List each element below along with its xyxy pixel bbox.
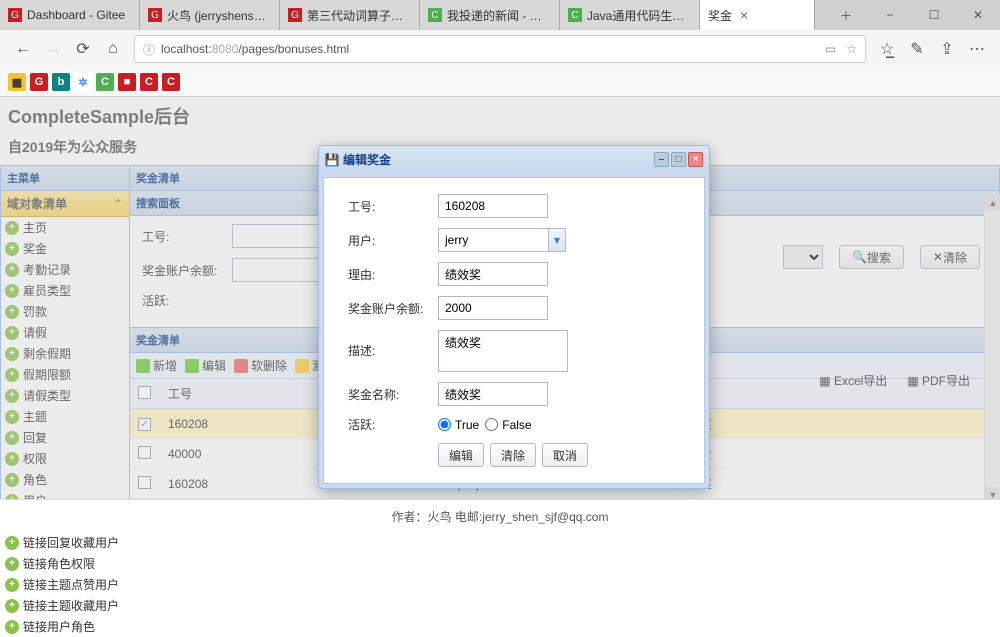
home-button[interactable]: ⌂ [98,34,128,64]
dlg-id-input[interactable] [438,194,548,218]
browser-chrome: GDashboard - Gitee G火鸟 (jerryshensjf) - … [0,0,1000,97]
dialog-minimize[interactable]: – [654,152,669,167]
edit-dialog: 💾 编辑奖金 – □ × 工号: 用户: ▾ 理由: 奖金账户余额: 描述:绩效… [318,145,710,489]
dialog-maximize[interactable]: □ [671,152,686,167]
sidebar-item-label: 链接主题点赞用户 [23,576,119,593]
dlg-reason-label: 理由: [348,266,438,283]
forward-button[interactable]: → [38,34,68,64]
dlg-name-label: 奖金名称: [348,386,438,403]
dlg-desc-input[interactable]: 绩效奖 [438,330,568,372]
info-icon: ⓘ [143,41,155,58]
dialog-title: 编辑奖金 [343,151,391,168]
tabs-row: GDashboard - Gitee G火鸟 (jerryshensjf) - … [0,0,1000,30]
dlg-edit-button[interactable]: 编辑 [438,443,484,467]
bookmark-item[interactable]: G [30,73,48,91]
sidebar-item[interactable]: + 链接回复收藏用户 [1,532,129,553]
window-maximize[interactable]: ☐ [912,0,956,30]
url-host: localhost:8080/pages/bonuses.html [161,42,349,56]
sidebar-item[interactable]: + 链接主题点赞用户 [1,574,129,595]
window-minimize[interactable]: − [868,0,912,30]
close-icon[interactable]: × [740,7,748,23]
address-row: ← → ⟳ ⌂ ⓘ localhost:8080/pages/bonuses.h… [0,30,1000,68]
favorites-icon[interactable]: ☆̲ [872,34,902,64]
dlg-user-input[interactable] [438,228,548,252]
reader-icon[interactable]: ▭ [825,42,836,56]
dialog-header[interactable]: 💾 编辑奖金 – □ × [319,146,709,173]
dlg-id-label: 工号: [348,198,438,215]
tab-1[interactable]: G火鸟 (jerryshensjf) - Git [140,0,280,30]
dialog-close[interactable]: × [688,152,703,167]
page: CompleteSample后台 自2019年为公众服务 主菜单 域对象清单⌃ … [0,97,1000,533]
new-tab-button[interactable]: ＋ [824,0,868,30]
plus-icon: + [5,536,19,550]
plus-icon: + [5,578,19,592]
dlg-radio-true[interactable] [438,418,451,431]
dialog-body: 工号: 用户: ▾ 理由: 奖金账户余额: 描述:绩效奖 奖金名称: 活跃: T… [323,177,705,484]
save-icon: 💾 [325,153,339,167]
dlg-active-label: 活跃: [348,416,438,433]
plus-icon: + [5,599,19,613]
sidebar-item-label: 链接用户角色 [23,618,95,635]
bookmark-item[interactable]: b [52,73,70,91]
share-icon[interactable]: ⇪ [932,34,962,64]
dlg-false-label: False [502,418,531,432]
address-bar[interactable]: ⓘ localhost:8080/pages/bonuses.html ▭ ☆ [134,35,866,63]
dlg-clear-button[interactable]: 清除 [490,443,536,467]
bookmark-item[interactable]: C [162,73,180,91]
plus-icon: + [5,620,19,634]
dlg-desc-label: 描述: [348,342,438,359]
dlg-user-label: 用户: [348,232,438,249]
sidebar-item-label: 链接回复收藏用户 [23,534,119,551]
dlg-reason-input[interactable] [438,262,548,286]
bookmark-item[interactable]: ▦ [8,73,26,91]
dlg-bal-label: 奖金账户余额: [348,300,438,317]
dlg-bal-input[interactable] [438,296,548,320]
tab-0[interactable]: GDashboard - Gitee [0,0,140,30]
sidebar-item-label: 链接主题收藏用户 [23,597,119,614]
dlg-cancel-button[interactable]: 取消 [542,443,588,467]
chevron-down-icon[interactable]: ▾ [548,228,566,252]
dlg-name-input[interactable] [438,382,548,406]
dlg-radio-false[interactable] [485,418,498,431]
sidebar-item-label: 链接角色权限 [23,555,95,572]
plus-icon: + [5,557,19,571]
tab-5-active[interactable]: 奖金× [700,0,815,30]
star-icon[interactable]: ☆ [846,42,857,56]
bookmarks-bar: ▦ G b ✲ C ■ C C [0,68,1000,96]
menu-icon[interactable]: ⋯ [962,34,992,64]
tab-4[interactable]: CJava通用代码生成器光 [560,0,700,30]
notes-icon[interactable]: ✎ [902,34,932,64]
dlg-true-label: True [455,418,479,432]
bookmark-item[interactable]: C [140,73,158,91]
bookmark-item[interactable]: ■ [118,73,136,91]
bookmark-item[interactable]: C [96,73,114,91]
window-close[interactable]: ✕ [956,0,1000,30]
tab-2[interactable]: G第三代动词算子式代码 [280,0,420,30]
back-button[interactable]: ← [8,34,38,64]
refresh-button[interactable]: ⟳ [68,34,98,64]
bookmark-item[interactable]: ✲ [74,73,92,91]
sidebar-item[interactable]: + 链接角色权限 [1,553,129,574]
sidebar-item[interactable]: + 链接主题收藏用户 [1,595,129,616]
tab-3[interactable]: C我投递的新闻 - MS&A( [420,0,560,30]
footer: 作者：火鸟 电邮:jerry_shen_sjf@qq.com [0,499,1000,533]
sidebar-item[interactable]: + 链接用户角色 [1,616,129,637]
